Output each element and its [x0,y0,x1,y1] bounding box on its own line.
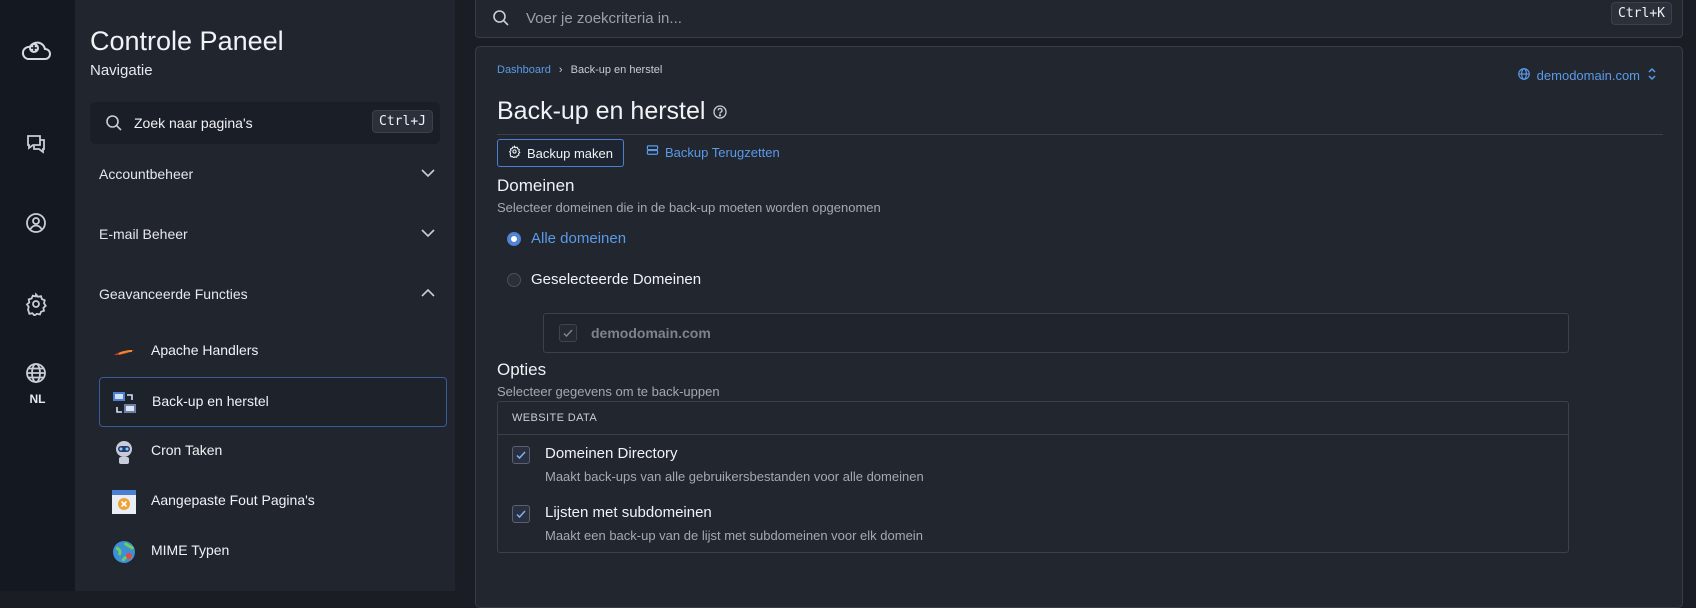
icon-rail: NL [0,0,75,591]
page-title-text: Back-up en herstel [497,97,706,125]
chevron-updown-icon [1646,67,1658,84]
sidebar-group-geavanceerde-functies[interactable]: Geavanceerde Functies [90,275,440,315]
domain-selector[interactable]: demodomain.com [1517,67,1658,84]
sidebar-item-label: MIME Typen [151,542,230,558]
breadcrumb: Dashboard › Back-up en herstel [497,64,662,76]
gear-icon [508,145,521,161]
language-label[interactable]: NL [0,392,75,406]
checkbox-checked[interactable] [512,446,530,464]
user-circle-icon[interactable] [20,207,52,239]
group-label: E-mail Beheer [99,226,188,242]
checkbox-checked[interactable] [512,505,530,523]
robot-icon [111,439,137,465]
search-icon [492,9,510,32]
sidebar-item-fout-paginas[interactable]: Aangepaste Fout Pagina's [99,477,445,525]
help-icon[interactable] [713,97,728,126]
breadcrumb-dashboard-link[interactable]: Dashboard [497,64,551,76]
search-shortcut-badge: Ctrl+J [372,110,433,133]
website-data-options: WEBSITE DATA Domeinen Directory Maakt ba… [497,401,1569,553]
sidebar-subtitle: Navigatie [90,62,153,79]
group-label: Geavanceerde Functies [99,286,248,302]
sidebar-item-cron-taken[interactable]: Cron Taken [99,427,445,475]
error-page-icon [111,489,137,515]
option-description: Maakt back-ups van alle gebruikersbestan… [545,469,924,484]
option-label: Domeinen Directory [545,445,678,462]
radio-alle-domeinen[interactable]: Alle domeinen [507,230,626,247]
domain-list: demodomain.com [543,313,1569,353]
backup-icon [112,390,138,416]
sidebar-item-backup[interactable]: Back-up en herstel [99,377,447,427]
main-content: Voer je zoekcriteria in... Ctrl+K Dashbo… [455,0,1696,608]
sidebar-item-mime-typen[interactable]: MIME Typen [99,527,445,575]
globe-icon[interactable] [20,357,52,389]
database-icon [646,144,659,160]
gear-icon[interactable] [20,288,52,320]
page-title: Back-up en herstel [497,97,728,126]
search-icon [105,114,123,137]
sidebar-title: Controle Paneel [90,26,284,56]
sidebar-item-label: Aangepaste Fout Pagina's [151,492,315,508]
tab-label: Backup Terugzetten [665,144,780,160]
domains-description: Selecteer domeinen die in de back-up moe… [497,200,881,215]
sidebar-item-apache-handlers[interactable]: Apache Handlers [99,327,445,375]
radio-selected-icon [507,231,521,246]
breadcrumb-current: Back-up en herstel [570,64,663,76]
sidebar-item-label: Back-up en herstel [152,393,269,409]
radio-label: Geselecteerde Domeinen [531,271,702,288]
mime-icon [111,539,137,565]
options-heading: Opties [497,360,547,379]
sidebar: Controle Paneel Navigatie Zoek naar pagi… [75,0,455,591]
radio-label: Alle domeinen [531,230,627,247]
group-label: Accountbeheer [99,166,194,182]
global-search-placeholder: Voer je zoekcriteria in... [526,10,682,27]
options-table-header: WEBSITE DATA [498,402,1568,435]
domain-selector-value: demodomain.com [1536,68,1640,83]
radio-unselected-icon [507,272,521,287]
tab-label: Backup maken [527,145,613,161]
title-divider [497,134,1663,135]
chevron-up-icon [420,285,436,306]
sidebar-group-accountbeheer[interactable]: Accountbeheer [90,155,440,195]
tab-backup-terugzetten[interactable]: Backup Terugzetten [636,139,790,165]
breadcrumb-separator: › [558,64,563,76]
global-search-input[interactable]: Voer je zoekcriteria in... Ctrl+K [475,0,1683,38]
option-description: Maakt een back-up van de lijst met subdo… [545,528,923,543]
globe-icon [1517,67,1531,84]
feather-icon [111,339,137,365]
chevron-down-icon [420,165,436,186]
page-search-placeholder: Zoek naar pagina's [134,115,253,131]
domain-list-item-label: demodomain.com [591,325,711,341]
domains-heading: Domeinen [497,176,575,195]
option-label: Lijsten met subdomeinen [545,504,712,521]
global-search-shortcut-badge: Ctrl+K [1611,2,1672,25]
chevron-down-icon [420,225,436,246]
sidebar-group-email-beheer[interactable]: E-mail Beheer [90,215,440,255]
sidebar-item-label: Apache Handlers [151,342,259,358]
options-table-header-label: WEBSITE DATA [512,412,598,424]
backup-card: Dashboard › Back-up en herstel demodomai… [475,46,1683,608]
chat-icon[interactable] [20,127,52,159]
page-search-box[interactable]: Zoek naar pagina's Ctrl+J [90,102,440,144]
sidebar-item-label: Cron Taken [151,442,223,458]
radio-geselecteerde-domeinen[interactable]: Geselecteerde Domeinen [507,271,701,288]
tab-backup-maken[interactable]: Backup maken [497,139,624,167]
options-description: Selecteer gegevens om te back-uppen [497,384,720,399]
cloud-logo-icon[interactable] [20,34,52,66]
checkbox-disabled [559,324,577,342]
